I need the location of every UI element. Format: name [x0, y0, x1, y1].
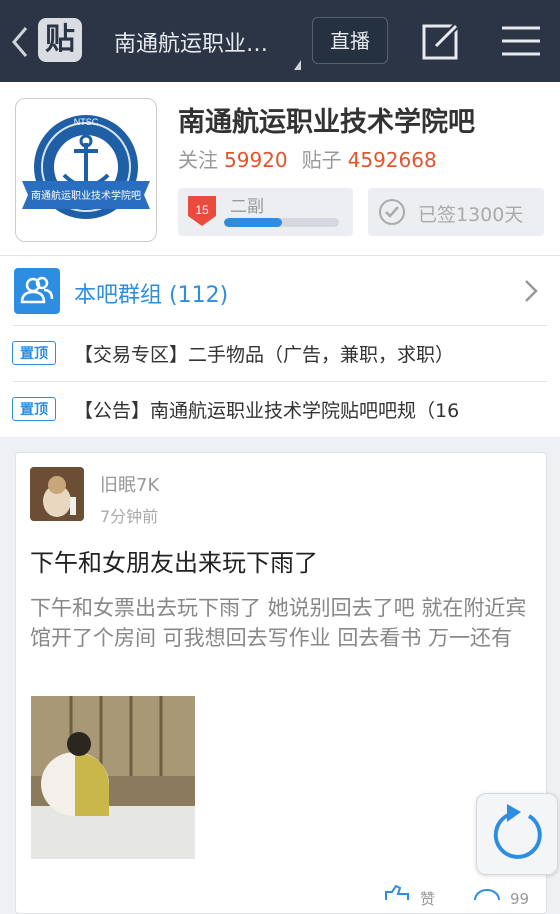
forum-groups-row[interactable]: 本吧群组 (112) — [0, 255, 560, 326]
forum-stats: 关注 59920 贴子 4592668 — [178, 144, 451, 173]
follow-label: 关注 — [178, 148, 218, 172]
forum-avatar: NTSC 南通航运职业技术学院吧 — [15, 98, 157, 242]
menu-icon[interactable] — [500, 24, 542, 58]
post-title[interactable]: 下午和女朋友出来玩下雨了 — [30, 543, 318, 578]
post-timestamp: 7分钟前 — [100, 507, 159, 526]
pinned-post-title: 【交易专区】二手物品（广告，兼职，求职） — [74, 344, 455, 366]
sign-days-text: 已签1300天 — [418, 204, 524, 226]
follow-count: 59920 — [224, 148, 288, 172]
emblem-letters: NTSC — [74, 117, 99, 127]
post-username[interactable]: 旧眠7K — [100, 471, 159, 497]
forum-header: NTSC 南通航运职业技术学院吧 南通航运职业技术学院吧 关注 59920 贴子 45… — [0, 82, 560, 437]
pinned-tag: 置顶 — [12, 341, 56, 365]
forum-name-dropdown[interactable]: 南通航运职业技术学院吧 — [114, 26, 286, 58]
level-progress-bar — [224, 218, 339, 227]
post-image[interactable] — [31, 696, 195, 859]
anchor-emblem-icon: NTSC 南通航运职业技术学院吧 — [22, 115, 150, 219]
back-chevron-icon[interactable] — [8, 22, 34, 62]
posts-count: 4592668 — [347, 148, 437, 172]
emblem-banner-text: 南通航运职业技术学院吧 — [31, 189, 141, 202]
level-title: 二副 — [230, 197, 264, 217]
dropdown-triangle-icon — [294, 60, 301, 70]
level-badge-icon: 15 — [188, 196, 216, 226]
chevron-right-icon — [525, 280, 538, 302]
post-excerpt: 下午和女票出去玩下雨了 她说别回去了吧 就在附近宾馆开了个房间 可我想回去写作业… — [30, 596, 527, 650]
group-people-icon — [14, 268, 60, 314]
compose-icon[interactable] — [420, 20, 462, 62]
level-number: 15 — [195, 203, 209, 217]
like-thumb-icon[interactable] — [382, 884, 412, 900]
pinned-post[interactable]: 置顶 【公告】南通航运职业技术学院贴吧吧规（16 — [12, 381, 548, 438]
pinned-tag: 置顶 — [12, 397, 56, 421]
like-label[interactable]: 赞 — [420, 888, 435, 909]
refresh-icon — [493, 804, 542, 859]
live-button[interactable]: 直播 — [312, 17, 388, 64]
groups-label: 本吧群组 (112) — [74, 283, 229, 308]
pinned-post-title: 【公告】南通航运职业技术学院贴吧吧规（16 — [74, 400, 460, 422]
pinned-post[interactable]: 置顶 【交易专区】二手物品（广告，兼职，求职） — [12, 325, 548, 382]
forum-title: 南通航运职业技术学院吧 — [178, 107, 475, 138]
checkmark-circle-icon — [379, 199, 405, 225]
refresh-button[interactable] — [476, 793, 558, 875]
top-bar: 贴 南通航运职业技术学院吧 直播 — [0, 0, 560, 82]
member-level[interactable]: 15 二副 — [178, 188, 353, 236]
comment-count[interactable]: 99 — [510, 890, 529, 908]
level-progress-fill — [224, 218, 282, 227]
posts-label: 贴子 — [301, 148, 342, 172]
post-card[interactable]: 旧眠7K 7分钟前 下午和女朋友出来玩下雨了 下午和女票出去玩下雨了 她说别回去… — [15, 452, 547, 914]
signed-in-button[interactable]: 已签1300天 — [368, 188, 544, 236]
user-avatar[interactable] — [30, 467, 84, 521]
comment-bubble-icon[interactable] — [472, 886, 502, 900]
tieba-logo-icon[interactable]: 贴 — [38, 18, 82, 62]
